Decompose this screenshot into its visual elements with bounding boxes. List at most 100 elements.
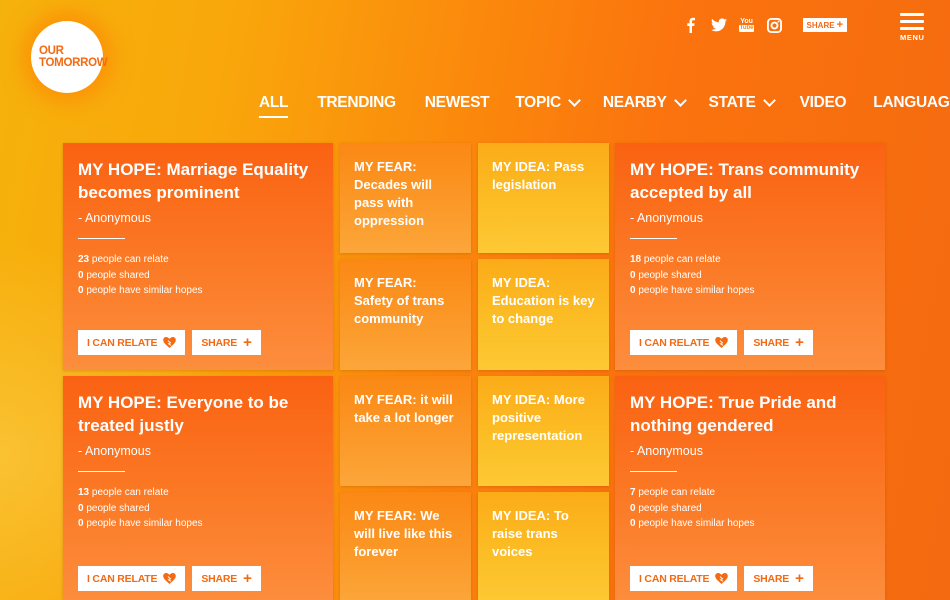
nav-item-nearby[interactable]: NEARBY	[603, 94, 687, 112]
youtube-top-label: You	[740, 18, 753, 25]
hope-title: MY HOPE: Everyone to be treated justly	[78, 393, 289, 435]
similar-count: 0	[78, 285, 84, 296]
shared-stat-label: people shared	[86, 502, 150, 514]
hope-card[interactable]: MY HOPE: Everyone to be treated justly -…	[63, 376, 333, 600]
plus-icon: +	[836, 19, 843, 31]
card-actions: I CAN RELATE SHARE +	[78, 566, 261, 591]
share-button[interactable]: SHARE +	[744, 566, 813, 591]
relate-stat: 23 people can relate	[78, 252, 318, 268]
fear-text: MY FEAR: Safety of trans community	[354, 275, 445, 326]
share-site-label: SHARE	[806, 20, 835, 30]
facebook-icon[interactable]	[683, 17, 699, 33]
logo-line-2: TOMORROW	[39, 57, 108, 69]
plus-icon: +	[795, 570, 804, 587]
nav-item-trending[interactable]: TRENDING	[317, 94, 396, 112]
relate-button-label: I CAN RELATE	[87, 336, 158, 349]
share-button[interactable]: SHARE +	[192, 566, 261, 591]
relate-count: 13	[78, 487, 90, 498]
hope-author: - Anonymous	[630, 211, 703, 225]
nav-item-newest[interactable]: NEWEST	[425, 94, 490, 112]
similar-stat: 0 people have similar hopes	[630, 516, 870, 532]
hope-card[interactable]: MY HOPE: True Pride and nothing gendered…	[615, 376, 885, 600]
hamburger-icon	[900, 13, 924, 30]
fear-text: MY FEAR: We will live like this forever	[354, 508, 453, 559]
share-button-label: SHARE	[753, 336, 790, 349]
logo-line-1: OUR	[39, 45, 64, 57]
relate-stat: 13 people can relate	[78, 485, 318, 501]
share-button[interactable]: SHARE +	[744, 330, 813, 355]
shared-stat: 0 people shared	[630, 501, 870, 517]
share-button-label: SHARE	[201, 572, 238, 585]
card-actions: I CAN RELATE SHARE +	[78, 330, 261, 355]
heart-icon	[163, 573, 177, 584]
relate-button[interactable]: I CAN RELATE	[78, 330, 186, 355]
similar-count: 0	[78, 518, 84, 529]
nav-label: TRENDING	[317, 94, 396, 111]
idea-card[interactable]: MY IDEA: To raise trans voices	[478, 492, 609, 600]
hope-title: MY HOPE: Trans community accepted by all	[630, 160, 860, 202]
hope-title: MY HOPE: Marriage Equality becomes promi…	[78, 160, 309, 202]
fear-text: MY FEAR: it will take a lot longer	[354, 392, 454, 425]
idea-text: MY IDEA: Pass legislation	[492, 159, 585, 192]
fear-card[interactable]: MY FEAR: it will take a lot longer	[340, 376, 471, 486]
plus-icon: +	[243, 334, 252, 351]
youtube-icon[interactable]: You Tube	[738, 17, 755, 33]
idea-card[interactable]: MY IDEA: Pass legislation	[478, 143, 609, 253]
heart-icon	[163, 337, 177, 348]
similar-count: 0	[630, 518, 636, 529]
nav-item-language[interactable]: LANGUAGE	[873, 94, 950, 112]
chevron-down-icon	[568, 94, 581, 107]
hope-author: - Anonymous	[78, 444, 151, 458]
relate-button-label: I CAN RELATE	[639, 336, 710, 349]
fear-card[interactable]: MY FEAR: Decades will pass with oppressi…	[340, 143, 471, 253]
similar-stat-label: people have similar hopes	[86, 518, 203, 529]
relate-stat-label: people can relate	[91, 487, 169, 498]
share-button-label: SHARE	[753, 572, 790, 585]
share-site-button[interactable]: SHARE +	[802, 18, 847, 32]
relate-button[interactable]: I CAN RELATE	[630, 566, 738, 591]
instagram-icon[interactable]	[767, 17, 783, 33]
similar-stat: 0 people have similar hopes	[78, 283, 318, 299]
similar-count: 0	[630, 285, 636, 296]
hope-author: - Anonymous	[78, 211, 151, 225]
shared-count: 0	[630, 269, 636, 281]
similar-stat-label: people have similar hopes	[86, 285, 203, 296]
filter-nav: ALL TRENDING NEWEST TOPIC NEARBY STATE V…	[259, 94, 950, 118]
relate-stat: 7 people can relate	[630, 485, 870, 501]
shared-stat-label: people shared	[638, 502, 702, 514]
menu-button[interactable]: MENU	[900, 13, 924, 42]
chevron-down-icon	[673, 94, 687, 107]
fear-card[interactable]: MY FEAR: Safety of trans community	[340, 259, 471, 370]
shared-stat-label: people shared	[638, 269, 702, 281]
idea-card[interactable]: MY IDEA: Education is key to change	[478, 259, 609, 370]
divider	[630, 471, 677, 472]
relate-stat: 18 people can relate	[630, 252, 870, 268]
relate-stat-label: people can relate	[638, 487, 716, 498]
idea-text: MY IDEA: More positive representation	[492, 392, 585, 443]
logo[interactable]: OUR TOMORROW	[31, 21, 108, 93]
hope-card[interactable]: MY HOPE: Marriage Equality becomes promi…	[63, 143, 333, 370]
plus-icon: +	[795, 334, 804, 351]
nav-item-video[interactable]: VIDEO	[800, 94, 847, 112]
plus-icon: +	[243, 570, 252, 587]
relate-button[interactable]: I CAN RELATE	[78, 566, 186, 591]
nav-label: VIDEO	[799, 94, 847, 111]
idea-card[interactable]: MY IDEA: More positive representation	[478, 376, 609, 486]
fear-card[interactable]: MY FEAR: We will live like this forever	[340, 492, 471, 600]
divider	[78, 238, 125, 239]
fear-text: MY FEAR: Decades will pass with oppressi…	[354, 159, 433, 228]
similar-stat: 0 people have similar hopes	[630, 283, 870, 299]
relate-button[interactable]: I CAN RELATE	[630, 330, 738, 355]
nav-item-all[interactable]: ALL	[259, 94, 289, 118]
twitter-icon[interactable]	[710, 17, 727, 33]
share-button[interactable]: SHARE +	[192, 330, 261, 355]
hope-card[interactable]: MY HOPE: Trans community accepted by all…	[615, 143, 885, 370]
nav-item-state[interactable]: STATE	[709, 94, 776, 112]
share-button-label: SHARE	[201, 336, 238, 349]
card-actions: I CAN RELATE SHARE +	[630, 330, 813, 355]
relate-count: 18	[630, 254, 642, 265]
card-actions: I CAN RELATE SHARE +	[630, 566, 813, 591]
divider	[630, 238, 677, 239]
heart-icon	[715, 573, 729, 584]
nav-item-topic[interactable]: TOPIC	[515, 94, 581, 112]
